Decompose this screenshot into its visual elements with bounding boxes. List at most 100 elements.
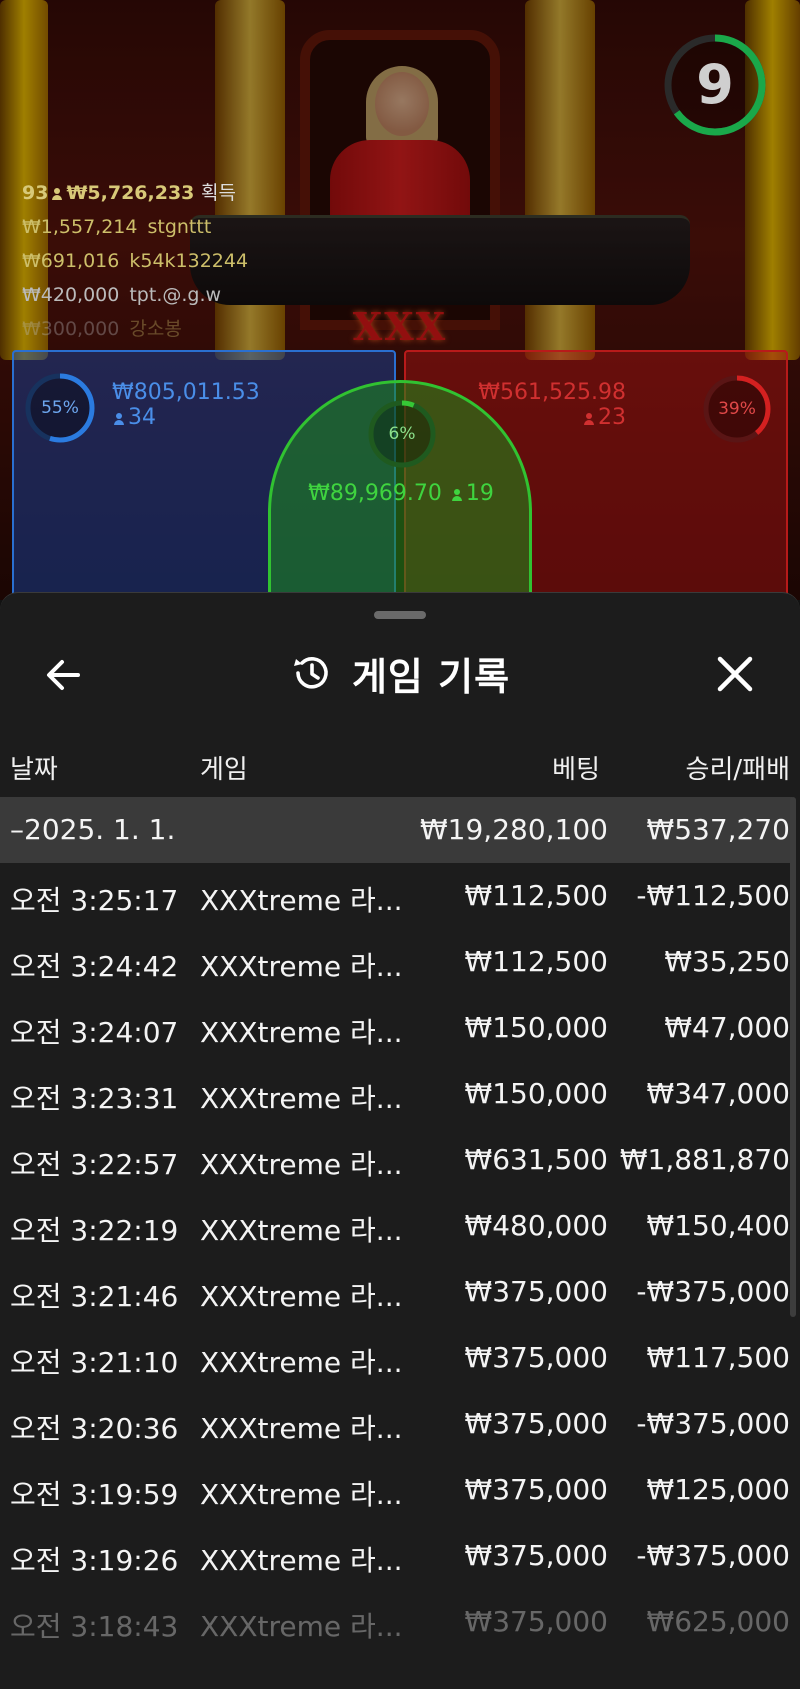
row-win: ₩35,250 bbox=[664, 945, 790, 978]
row-time: 오전 3:21:46 bbox=[10, 1280, 179, 1313]
row-win: -₩112,500 bbox=[636, 879, 790, 912]
row-time: 오전 3:22:19 bbox=[10, 1214, 179, 1247]
tie-bet-summary: ₩89,969.70 19 bbox=[281, 481, 521, 507]
row-bet: ₩150,000 bbox=[464, 1011, 608, 1044]
row-game: XXXtreme 라... bbox=[200, 1016, 403, 1049]
table-row[interactable]: 오전 3:22:19 XXXtreme 라... ₩480,000 ₩150,4… bbox=[0, 1193, 792, 1259]
banker-bettors: 23 bbox=[580, 406, 626, 430]
row-time: 오전 3:21:10 bbox=[10, 1346, 179, 1379]
close-button[interactable] bbox=[710, 649, 760, 699]
winners-summary: 93 ₩5,726,233 획득 bbox=[22, 176, 248, 210]
person-icon bbox=[451, 489, 462, 501]
row-time: 오전 3:20:36 bbox=[10, 1412, 179, 1445]
row-time: 오전 3:18:43 bbox=[10, 1610, 179, 1643]
winner-row: ₩691,016 k54k132244 bbox=[22, 244, 248, 278]
sheet-drag-handle[interactable] bbox=[374, 611, 426, 619]
winner-name: 강소봉 bbox=[129, 318, 182, 340]
table-row[interactable]: 오전 3:20:36 XXXtreme 라... ₩375,000 -₩375,… bbox=[0, 1391, 792, 1457]
winner-name: k54k132244 bbox=[129, 250, 249, 272]
table-row[interactable]: 오전 3:23:31 XXXtreme 라... ₩150,000 ₩347,0… bbox=[0, 1061, 792, 1127]
winner-name: stgnttt bbox=[147, 216, 212, 238]
table-row[interactable]: 오전 3:25:17 XXXtreme 라... ₩112,500 -₩112,… bbox=[0, 863, 792, 929]
winner-row: ₩1,557,214 stgnttt bbox=[22, 210, 248, 244]
winners-count: 93 bbox=[22, 182, 49, 204]
row-time: 오전 3:24:07 bbox=[10, 1016, 179, 1049]
history-table-header: 날짜 게임 베팅 승리/패배 bbox=[0, 733, 800, 797]
row-win: -₩375,000 bbox=[636, 1407, 790, 1440]
column-header-bet: 베팅 bbox=[552, 755, 600, 785]
sheet-title-group: 게임 기록 bbox=[0, 623, 800, 723]
tie-percent: 6% bbox=[388, 424, 416, 444]
row-bet: ₩375,000 bbox=[464, 1407, 608, 1440]
row-win: ₩47,000 bbox=[664, 1011, 790, 1044]
summary-win: ₩537,270 bbox=[646, 813, 790, 846]
player-percent-ring: 55% bbox=[24, 372, 96, 444]
winners-list: 93 ₩5,726,233 획득 ₩1,557,214 stgnttt ₩691,0… bbox=[22, 176, 248, 346]
winners-total-label: 획득 bbox=[201, 182, 236, 204]
row-game: XXXtreme 라... bbox=[200, 1214, 403, 1247]
column-header-win-loss: 승리/패배 bbox=[685, 755, 790, 785]
table-row[interactable]: 오전 3:21:10 XXXtreme 라... ₩375,000 ₩117,5… bbox=[0, 1325, 792, 1391]
table-row[interactable]: 오전 3:18:43 XXXtreme 라... ₩375,000 ₩625,0… bbox=[0, 1589, 792, 1655]
sheet-header: 게임 기록 bbox=[0, 623, 800, 723]
row-time: 오전 3:23:31 bbox=[10, 1082, 179, 1115]
row-time: 오전 3:19:59 bbox=[10, 1478, 179, 1511]
back-button[interactable] bbox=[40, 651, 88, 699]
row-game: XXXtreme 라... bbox=[200, 1346, 403, 1379]
row-time: 오전 3:19:26 bbox=[10, 1544, 179, 1577]
player-percent: 55% bbox=[41, 398, 79, 418]
row-bet: ₩480,000 bbox=[464, 1209, 608, 1242]
game-history-sheet: 게임 기록 날짜 게임 베팅 승리/패배 –2025. 1. 1. ₩19,28… bbox=[0, 592, 800, 1689]
winner-row: ₩300,000 강소봉 bbox=[22, 312, 248, 346]
date-summary-row[interactable]: –2025. 1. 1. ₩19,280,100 ₩537,270 bbox=[0, 797, 792, 863]
row-game: XXXtreme 라... bbox=[200, 1412, 403, 1445]
table-row[interactable]: 오전 3:24:07 XXXtreme 라... ₩150,000 ₩47,00… bbox=[0, 995, 792, 1061]
row-win: ₩125,000 bbox=[646, 1473, 790, 1506]
row-game: XXXtreme 라... bbox=[200, 1478, 403, 1511]
row-bet: ₩150,000 bbox=[464, 1077, 608, 1110]
winner-amount: ₩691,016 bbox=[22, 250, 120, 272]
person-icon bbox=[52, 188, 63, 200]
banker-percent: 39% bbox=[718, 399, 756, 419]
column-header-game: 게임 bbox=[200, 755, 248, 785]
row-game: XXXtreme 라... bbox=[200, 1610, 403, 1643]
banker-bettors-count: 23 bbox=[598, 405, 626, 430]
live-video-stream: XXX 93 ₩5,726,233 획득 ₩1,557,214 stgnttt ₩6… bbox=[0, 0, 800, 600]
table-row[interactable]: 오전 3:22:57 XXXtreme 라... ₩631,500 ₩1,881… bbox=[0, 1127, 792, 1193]
person-icon bbox=[114, 413, 124, 425]
row-bet: ₩112,500 bbox=[464, 879, 608, 912]
winner-amount: ₩1,557,214 bbox=[22, 216, 138, 238]
row-win: ₩625,000 bbox=[646, 1605, 790, 1638]
row-bet: ₩375,000 bbox=[464, 1275, 608, 1308]
table-row[interactable]: 오전 3:21:46 XXXtreme 라... ₩375,000 -₩375,… bbox=[0, 1259, 792, 1325]
history-scrollbar[interactable] bbox=[790, 797, 796, 1317]
row-win: ₩1,881,870 bbox=[619, 1143, 790, 1176]
table-row[interactable]: 오전 3:24:42 XXXtreme 라... ₩112,500 ₩35,25… bbox=[0, 929, 792, 995]
history-table-body: –2025. 1. 1. ₩19,280,100 ₩537,270 오전 3:2… bbox=[0, 797, 792, 1655]
summary-bet: ₩19,280,100 bbox=[419, 813, 608, 846]
row-bet: ₩375,000 bbox=[464, 1605, 608, 1638]
row-time: 오전 3:24:42 bbox=[10, 950, 179, 983]
arrow-left-icon bbox=[47, 660, 80, 690]
winners-total: ₩5,726,233 bbox=[66, 182, 195, 204]
row-game: XXXtreme 라... bbox=[200, 884, 403, 917]
close-icon bbox=[717, 656, 753, 692]
row-bet: ₩375,000 bbox=[464, 1341, 608, 1374]
table-row[interactable]: 오전 3:19:26 XXXtreme 라... ₩375,000 -₩375,… bbox=[0, 1523, 792, 1589]
row-win: -₩375,000 bbox=[636, 1275, 790, 1308]
tie-bet-amount: ₩89,969.70 bbox=[308, 481, 442, 506]
tie-percent-ring: 6% bbox=[367, 399, 437, 469]
row-win: ₩150,400 bbox=[646, 1209, 790, 1242]
row-game: XXXtreme 라... bbox=[200, 1280, 403, 1313]
row-game: XXXtreme 라... bbox=[200, 950, 403, 983]
row-time: 오전 3:25:17 bbox=[10, 884, 179, 917]
banker-bet-amount: ₩561,525.98 bbox=[478, 380, 626, 405]
countdown-timer: 9 bbox=[660, 30, 770, 140]
table-row[interactable]: 오전 3:19:59 XXXtreme 라... ₩375,000 ₩125,0… bbox=[0, 1457, 792, 1523]
winner-amount: ₩300,000 bbox=[22, 318, 120, 340]
row-win: ₩117,500 bbox=[646, 1341, 790, 1374]
winner-name: tpt.@.g.w bbox=[129, 284, 222, 306]
history-icon bbox=[293, 657, 328, 689]
winner-row: ₩420,000 tpt.@.g.w bbox=[22, 278, 248, 312]
row-win: ₩347,000 bbox=[646, 1077, 790, 1110]
